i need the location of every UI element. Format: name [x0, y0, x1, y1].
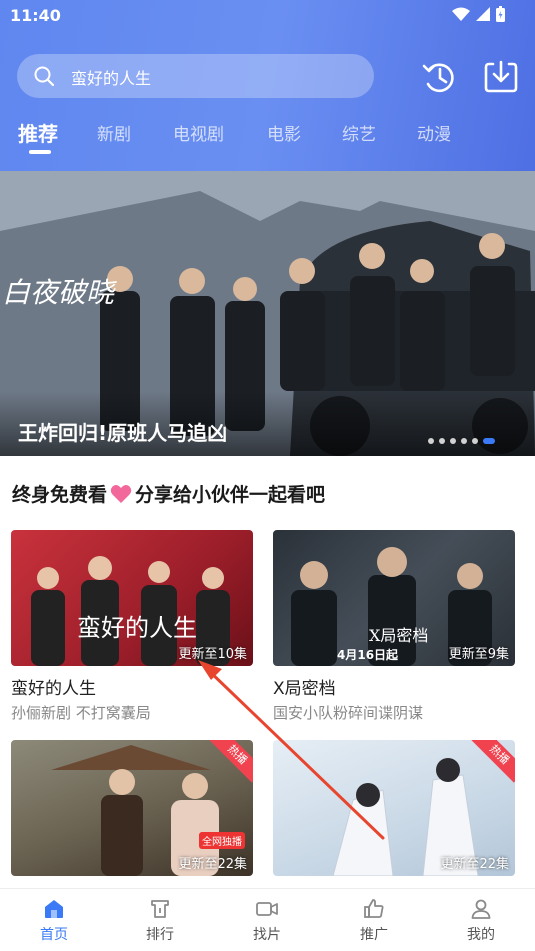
update-status: 更新至22集	[178, 857, 247, 872]
update-status: 更新至10集	[178, 647, 247, 662]
search-icon	[34, 66, 55, 87]
header: 11:40 蛮好的人生 推荐 新剧 电视剧 电影 综艺 动漫	[0, 0, 535, 172]
nav-promote[interactable]: 推广	[344, 897, 404, 944]
history-icon[interactable]	[420, 58, 458, 96]
thumbs-up-icon	[364, 899, 384, 918]
banner-dot	[472, 438, 478, 444]
signal-icon	[476, 7, 490, 21]
drama-title-art: 蛮好的人生	[77, 614, 197, 642]
nav-label: 首页	[40, 927, 68, 943]
tab-tv-series[interactable]: 电视剧	[173, 120, 224, 145]
banner-dot	[439, 438, 445, 444]
banner-pagination	[428, 438, 495, 444]
update-status: 更新至9集	[448, 647, 509, 662]
search-value: 蛮好的人生	[71, 69, 152, 88]
ranking-icon	[151, 900, 169, 918]
banner-caption: 王炸回归!原班人马追凶	[18, 421, 228, 445]
share-text-after: 分享给小伙伴一起看吧	[135, 484, 326, 506]
status-icons	[452, 6, 505, 22]
banner-dot-active	[483, 438, 495, 444]
drama-thumbnail: 热播 更新至22集	[273, 740, 515, 876]
drama-description: 国安小队粉碎间谍阴谋	[273, 704, 424, 722]
banner-title-art: 白夜破晓	[2, 276, 115, 309]
tab-movies[interactable]: 电影	[267, 120, 301, 145]
tab-indicator	[29, 150, 51, 154]
banner-dot	[450, 438, 456, 444]
search-input[interactable]: 蛮好的人生	[17, 54, 374, 98]
premiere-date: 4月16日起	[337, 648, 399, 662]
nav-profile[interactable]: 我的	[451, 897, 511, 944]
banner[interactable]: 白夜破晓 王炸回归!原班人马追凶	[0, 171, 535, 456]
nav-home[interactable]: 首页	[24, 897, 84, 944]
banner-image	[0, 171, 535, 456]
category-tabs: 推荐 新剧 电视剧 电影 综艺 动漫	[0, 116, 535, 160]
home-icon	[45, 900, 63, 918]
nav-find[interactable]: 找片	[237, 897, 297, 944]
user-icon	[471, 899, 491, 919]
nav-label: 我的	[467, 927, 495, 943]
drama-description: 孙俪新剧 不打窝囊局	[11, 704, 151, 722]
exclusive-badge: 全网独播	[199, 832, 245, 849]
banner-dot	[461, 438, 467, 444]
bottom-nav: 首页 排行 找片 推广 我的	[0, 888, 535, 951]
status-bar: 11:40	[0, 0, 535, 32]
drama-thumbnail: 蛮好的人生 更新至10集	[11, 530, 253, 666]
nav-label: 排行	[146, 927, 174, 943]
update-status: 更新至22集	[440, 857, 509, 872]
drama-title-art: X局密档	[369, 626, 429, 645]
share-heading[interactable]: 终身免费看 分享给小伙伴一起看吧	[12, 480, 325, 507]
drama-title: 蛮好的人生	[11, 679, 96, 699]
nav-label: 推广	[360, 927, 388, 943]
nav-label: 找片	[253, 927, 281, 943]
share-text-before: 终身免费看	[12, 484, 108, 506]
download-icon[interactable]	[483, 58, 519, 94]
tab-variety[interactable]: 综艺	[342, 120, 376, 145]
tab-recommend[interactable]: 推荐	[18, 118, 58, 147]
drama-thumbnail: 热播 全网独播 更新至22集	[11, 740, 253, 876]
drama-title: X局密档	[273, 679, 336, 699]
banner-dot	[428, 438, 434, 444]
nav-ranking[interactable]: 排行	[130, 897, 190, 944]
heart-icon	[110, 485, 132, 503]
tab-new-drama[interactable]: 新剧	[97, 120, 131, 145]
battery-icon	[496, 6, 505, 22]
wifi-icon	[452, 7, 470, 21]
video-camera-icon	[256, 902, 278, 916]
tab-anime[interactable]: 动漫	[417, 120, 451, 145]
status-time: 11:40	[10, 6, 61, 25]
drama-thumbnail: X局密档 4月16日起 更新至9集	[273, 530, 515, 666]
